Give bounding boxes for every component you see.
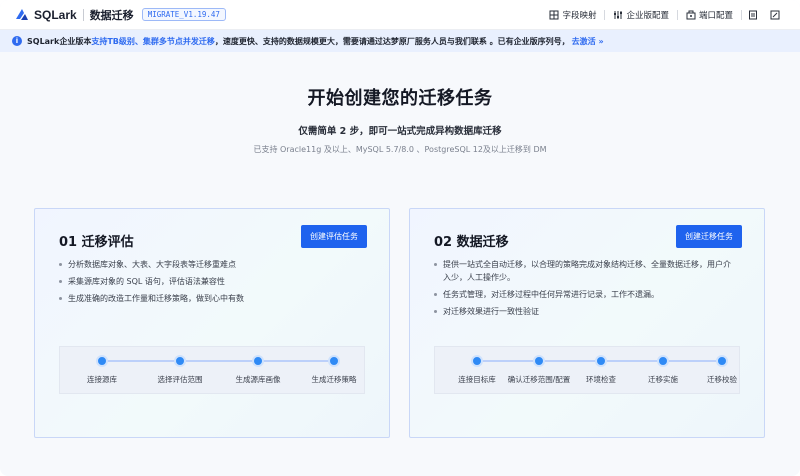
notice-text: ，速度更快、支持的数据规模更大，需要请通过达梦原厂服务人员与我们联系 。已有企业… <box>214 36 570 46</box>
step-dot <box>471 355 483 367</box>
feature-list: 提供一站式全自动迁移，以合理的策略完成对象结构迁移、全量数据迁移，用户介入少，人… <box>434 258 734 322</box>
step-item: 确认迁移范围/配置 <box>504 355 574 385</box>
list-item: 生成准确的改造工作量和迁移策略，做到心中有数 <box>59 292 359 305</box>
edit-icon <box>770 10 780 20</box>
step-dot <box>252 355 264 367</box>
activate-link-label: 去激活 <box>571 36 596 46</box>
activate-link[interactable]: 去激活 » <box>572 36 604 47</box>
header-actions: 字段映射 企业版配置 端口配置 <box>541 9 786 21</box>
create-assessment-task-button[interactable]: 创建评估任务 <box>301 225 367 248</box>
enterprise-config-button[interactable]: 企业版配置 <box>605 9 677 21</box>
process-steps: 连接目标库 确认迁移范围/配置 环境检查 迁移实施 迁移校验 <box>434 346 740 394</box>
field-mapping-button[interactable]: 字段映射 <box>541 9 604 21</box>
version-badge: MIGRATE_V1.19.47 <box>141 8 226 21</box>
process-steps: 连接源库 选择评估范围 生成源库画像 生成迁移策略 <box>59 346 365 394</box>
field-mapping-label: 字段映射 <box>562 10 597 21</box>
enterprise-config-icon <box>613 10 623 20</box>
port-config-button[interactable]: 端口配置 <box>678 9 741 21</box>
step-dot <box>595 355 607 367</box>
document-button[interactable] <box>742 10 764 20</box>
supported-databases-text: 已支持 Oracle11g 及以上、MySQL 5.7/8.0 、Postgre… <box>253 145 547 154</box>
step-dot <box>716 355 728 367</box>
step-item: 生成迁移策略 <box>299 355 369 385</box>
step-label: 连接源库 <box>87 375 117 384</box>
list-item: 分析数据库对象、大表、大字段表等迁移重难点 <box>59 258 359 271</box>
notice-highlight: 支持TB级别、集群多节点并发迁移 <box>91 36 215 46</box>
product-name: 数据迁移 <box>89 8 134 22</box>
step-label: 连接目标库 <box>458 375 496 384</box>
brand-logo[interactable]: SQLark <box>14 7 77 23</box>
list-item: 提供一站式全自动迁移，以合理的策略完成对象结构迁移、全量数据迁移，用户介入少，人… <box>434 258 734 284</box>
step-item: 环境检查 <box>566 355 636 385</box>
double-chevron-right-icon: » <box>598 36 604 46</box>
list-item: 采集源库对象的 SQL 语句，评估语法兼容性 <box>59 275 359 288</box>
step-label: 迁移校验 <box>707 375 737 384</box>
sqlark-logo-icon <box>14 7 30 23</box>
card-title: 02 数据迁移 <box>434 235 509 250</box>
step-dot <box>533 355 545 367</box>
feature-list: 分析数据库对象、大表、大字段表等迁移重难点 采集源库对象的 SQL 语句，评估语… <box>59 258 359 309</box>
card-title: 01 迁移评估 <box>59 235 134 250</box>
list-item: 对迁移效果进行一致性验证 <box>434 305 734 318</box>
top-header: SQLark 数据迁移 MIGRATE_V1.19.47 字段映射 企业版配置 <box>0 0 800 30</box>
step-label: 选择评估范围 <box>157 375 203 384</box>
migration-card: 02 数据迁移 创建迁移任务 提供一站式全自动迁移，以合理的策略完成对象结构迁移… <box>409 208 765 438</box>
brand-name: SQLark <box>34 7 77 22</box>
field-mapping-icon <box>549 10 559 20</box>
step-label: 确认迁移范围/配置 <box>507 375 571 384</box>
step-dot <box>657 355 669 367</box>
info-icon: i <box>12 36 22 46</box>
step-dot <box>96 355 108 367</box>
enterprise-config-label: 企业版配置 <box>626 10 669 21</box>
step-item: 迁移校验 <box>687 355 757 385</box>
step-dot <box>174 355 186 367</box>
app-window: SQLark 数据迁移 MIGRATE_V1.19.47 字段映射 企业版配置 <box>0 0 800 476</box>
step-item: 连接源库 <box>67 355 137 385</box>
step-label: 生成迁移策略 <box>311 375 357 384</box>
list-item: 任务式管理，对迁移过程中任何异常进行记录，工作不遗漏。 <box>434 288 734 301</box>
hero-section: 开始创建您的迁移任务 仅需简单 2 步，即可一站式完成异构数据库迁移 已支持 O… <box>0 84 800 155</box>
step-item: 连接目标库 <box>442 355 512 385</box>
step-label: 生成源库画像 <box>235 375 281 384</box>
step-item: 生成源库画像 <box>223 355 293 385</box>
assessment-card: 01 迁移评估 创建评估任务 分析数据库对象、大表、大字段表等迁移重难点 采集源… <box>34 208 390 438</box>
header-divider <box>82 8 84 21</box>
notice-prefix: SQLark企业版本 <box>27 36 92 46</box>
create-migration-task-button[interactable]: 创建迁移任务 <box>676 225 742 248</box>
enterprise-notice-bar: i SQLark企业版本 支持TB级别、集群多节点并发迁移 ，速度更快、支持的数… <box>0 30 800 52</box>
document-icon <box>748 10 758 20</box>
port-config-icon <box>686 10 696 20</box>
step-item: 选择评估范围 <box>145 355 215 385</box>
edit-button[interactable] <box>764 10 786 20</box>
page-title: 开始创建您的迁移任务 <box>307 88 493 109</box>
page-subtitle: 仅需简单 2 步，即可一站式完成异构数据库迁移 <box>298 126 502 137</box>
port-config-label: 端口配置 <box>698 10 733 21</box>
step-dot <box>328 355 340 367</box>
step-label: 环境检查 <box>586 375 616 384</box>
